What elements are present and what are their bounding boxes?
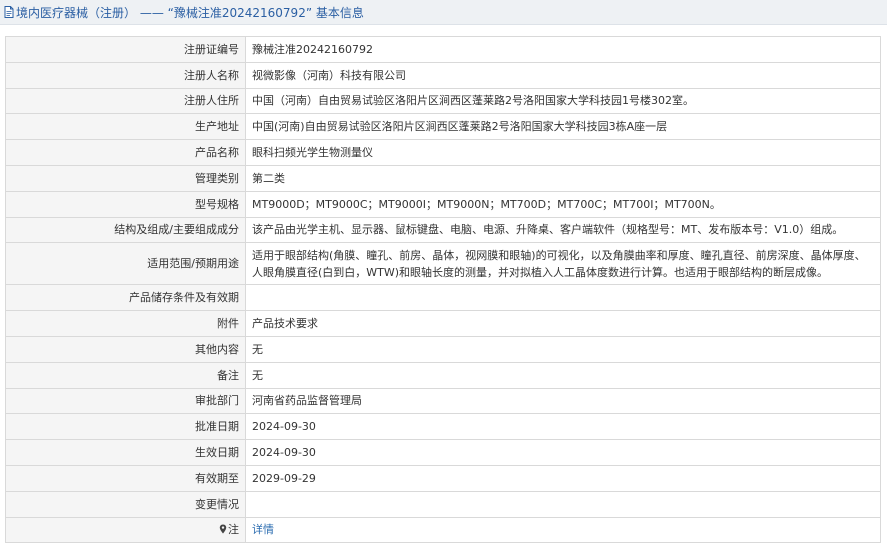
row-label: 备注: [5, 361, 246, 389]
table-row: 生产地址 中国(河南)自由贸易试验区洛阳片区涧西区蓬莱路2号洛阳国家大学科技园3…: [5, 113, 881, 141]
table-row: 批准日期 2024-09-30: [5, 413, 881, 441]
map-pin-icon: [219, 524, 227, 534]
row-label: 结构及组成/主要组成成分: [5, 216, 246, 244]
row-label: 产品名称: [5, 139, 246, 166]
table-row: 生效日期 2024-09-30: [5, 439, 881, 466]
table-row: 注册人名称 视微影像（河南）科技有限公司: [5, 61, 881, 89]
row-value: 2029-09-29: [245, 464, 881, 492]
table-row: 变更情况: [5, 490, 881, 518]
row-label: 有效期至: [5, 464, 246, 492]
table-row: 产品名称 眼科扫频光学生物测量仪: [5, 139, 881, 166]
table-row: 适用范围/预期用途 适用于眼部结构(角膜、瞳孔、前房、晶体，视网膜和眼轴)的可视…: [5, 242, 881, 286]
table-row: 型号规格 MT9000D；MT9000C；MT9000I；MT9000N；MT7…: [5, 190, 881, 218]
table-row: 备注 无: [5, 361, 881, 389]
note-label-cell: 注: [5, 516, 246, 544]
row-value: 无: [245, 335, 881, 363]
note-value-cell: 详情: [245, 516, 881, 544]
row-value: 2024-09-30: [245, 413, 881, 441]
row-label: 管理类别: [5, 164, 246, 192]
page-title: 境内医疗器械（注册） —— “豫械注准20242160792” 基本信息: [16, 5, 364, 20]
row-label: 适用范围/预期用途: [5, 242, 246, 286]
row-value: [245, 284, 881, 312]
row-value: [245, 490, 881, 518]
row-value: 第二类: [245, 164, 881, 192]
row-label: 生效日期: [5, 439, 246, 466]
table-row: 其他内容 无: [5, 335, 881, 363]
row-label: 审批部门: [5, 387, 246, 415]
document-icon: [4, 6, 14, 18]
table-row: 有效期至 2029-09-29: [5, 464, 881, 492]
table-row: 结构及组成/主要组成成分 该产品由光学主机、显示器、鼠标键盘、电脑、电源、升降桌…: [5, 216, 881, 244]
row-value: 中国（河南）自由贸易试验区洛阳片区涧西区蓬莱路2号洛阳国家大学科技园1号楼302…: [245, 87, 881, 115]
table-row: 注册证编号 豫械注准20242160792: [5, 36, 881, 63]
row-label: 产品储存条件及有效期: [5, 284, 246, 312]
row-value: 该产品由光学主机、显示器、鼠标键盘、电脑、电源、升降桌、客户端软件（规格型号：M…: [245, 216, 881, 244]
row-label: 型号规格: [5, 190, 246, 218]
row-value: 中国(河南)自由贸易试验区洛阳片区涧西区蓬莱路2号洛阳国家大学科技园3栋A座一层: [245, 113, 881, 141]
note-row: 注 详情: [5, 516, 881, 544]
table-row: 附件 产品技术要求: [5, 310, 881, 337]
row-value: 无: [245, 361, 881, 389]
row-value: 视微影像（河南）科技有限公司: [245, 61, 881, 89]
row-label: 生产地址: [5, 113, 246, 141]
table-row: 管理类别 第二类: [5, 164, 881, 192]
row-label: 附件: [5, 310, 246, 337]
row-value: 2024-09-30: [245, 439, 881, 466]
row-value: 适用于眼部结构(角膜、瞳孔、前房、晶体，视网膜和眼轴)的可视化，以及角膜曲率和厚…: [245, 242, 881, 286]
info-table: 注册证编号 豫械注准20242160792 注册人名称 视微影像（河南）科技有限…: [5, 36, 881, 544]
row-label: 批准日期: [5, 413, 246, 441]
table-row: 产品储存条件及有效期: [5, 284, 881, 312]
row-value: 产品技术要求: [245, 310, 881, 337]
table-row: 注册人住所 中国（河南）自由贸易试验区洛阳片区涧西区蓬莱路2号洛阳国家大学科技园…: [5, 87, 881, 115]
note-label: 注: [228, 523, 239, 537]
row-value: 河南省药品监督管理局: [245, 387, 881, 415]
row-label: 变更情况: [5, 490, 246, 518]
row-label: 注册人名称: [5, 61, 246, 89]
row-value: MT9000D；MT9000C；MT9000I；MT9000N；MT700D；M…: [245, 190, 881, 218]
row-value: 豫械注准20242160792: [245, 36, 881, 63]
row-label: 其他内容: [5, 335, 246, 363]
table-row: 审批部门 河南省药品监督管理局: [5, 387, 881, 415]
page-header: 境内医疗器械（注册） —— “豫械注准20242160792” 基本信息: [0, 0, 887, 25]
row-value: 眼科扫频光学生物测量仪: [245, 139, 881, 166]
details-link[interactable]: 详情: [252, 523, 274, 536]
row-label: 注册证编号: [5, 36, 246, 63]
row-label: 注册人住所: [5, 87, 246, 115]
